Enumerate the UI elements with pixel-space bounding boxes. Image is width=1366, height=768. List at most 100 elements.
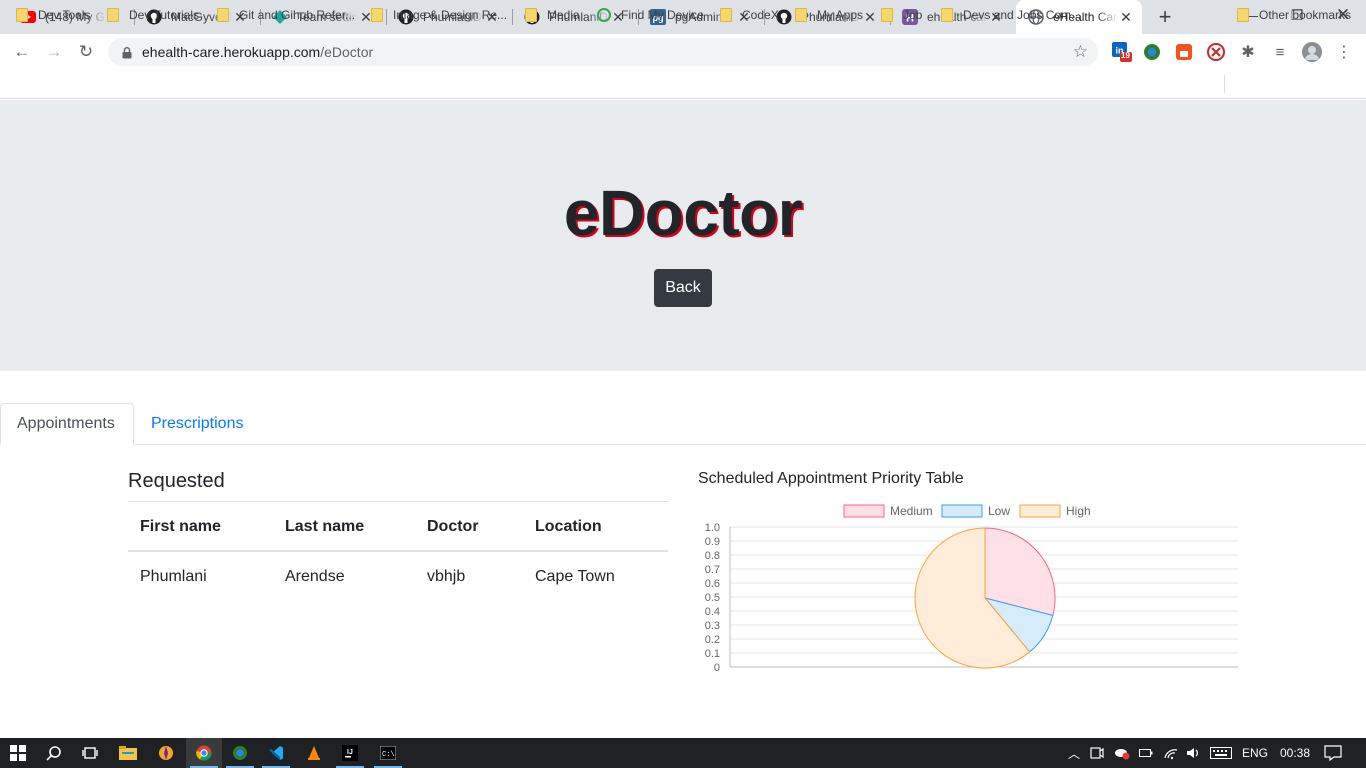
y-tick-label: 0.1 xyxy=(705,648,720,660)
page-tabs: Appointments Prescriptions xyxy=(0,403,1366,445)
tab-prescriptions[interactable]: Prescriptions xyxy=(135,403,259,445)
windows-start-icon[interactable] xyxy=(0,738,36,768)
address-bar[interactable]: ehealth-care.herokuapp.com/eDoctor ☆ xyxy=(108,38,1098,66)
folder-icon xyxy=(371,8,383,22)
meet-now-icon[interactable] xyxy=(1090,738,1104,768)
notifications-icon[interactable] xyxy=(1324,738,1342,768)
intellij-icon[interactable]: IJ xyxy=(332,738,368,768)
y-tick-label: 0.6 xyxy=(705,578,720,590)
app-globe-icon[interactable] xyxy=(222,738,258,768)
linkedin-extension-icon[interactable]: in 19 xyxy=(1112,42,1132,62)
new-tab-button[interactable]: + xyxy=(1152,4,1178,30)
url-path: /eDoctor xyxy=(320,44,374,60)
folder-icon xyxy=(1237,8,1249,22)
chart-title: Scheduled Appointment Priority Table xyxy=(698,470,964,487)
media-queue-icon[interactable]: ≡ xyxy=(1270,42,1290,62)
language-indicator[interactable]: ENG xyxy=(1242,738,1268,768)
close-icon[interactable]: ✕ xyxy=(1118,9,1134,26)
bookmark-label: Other bookmarks xyxy=(1259,8,1352,22)
bookmark-folder[interactable]: CodeX xyxy=(720,6,779,24)
column-header-first-name: First name xyxy=(140,518,221,535)
svg-text:IJ: IJ xyxy=(347,749,353,756)
url-text[interactable]: ehealth-care.herokuapp.com/eDoctor xyxy=(142,44,373,60)
bookmark-label: CodeX xyxy=(742,8,779,22)
close-icon[interactable]: ✕ xyxy=(862,9,878,26)
find-device-icon xyxy=(597,8,611,22)
priority-pie-chart: 1.0 0.9 0.8 0.7 0.6 0.5 0.4 0.3 0.2 0.1 0 Medium Low… xyxy=(705,504,1238,674)
bookmark-label: Find My Device xyxy=(621,8,704,22)
task-view-icon[interactable] xyxy=(72,738,108,768)
requested-heading: Requested xyxy=(128,470,225,492)
folder-icon xyxy=(941,8,953,22)
tab-appointments[interactable]: Appointments xyxy=(0,403,134,445)
search-icon[interactable] xyxy=(36,738,72,768)
bookmark-folder[interactable]: Image & Design Re... xyxy=(371,6,507,24)
bookmark-label: Media xyxy=(547,8,580,22)
folder-icon xyxy=(881,8,893,22)
onedrive-error-icon[interactable] xyxy=(1114,738,1130,768)
svg-text:C:\: C:\ xyxy=(382,751,395,759)
chrome-icon[interactable] xyxy=(186,738,222,768)
y-tick-label: 0.3 xyxy=(705,620,720,632)
folder-icon xyxy=(795,8,807,22)
table-cell: Phumlani xyxy=(140,568,207,585)
show-hidden-icons[interactable]: ︿ xyxy=(1068,738,1080,768)
y-tick-label: 1.0 xyxy=(705,522,720,534)
battery-icon[interactable] xyxy=(1139,738,1153,768)
y-tick-label: 0.5 xyxy=(705,592,720,604)
globe-extension-icon[interactable] xyxy=(1142,42,1162,62)
profile-avatar[interactable] xyxy=(1302,42,1322,62)
y-tick-label: 0.4 xyxy=(705,606,720,618)
terminal-icon[interactable]: C:\ xyxy=(370,738,406,768)
bookmark-folder[interactable]: My Apps xyxy=(795,6,863,24)
bookmark-folder[interactable]: Job xyxy=(881,6,922,24)
vscode-icon[interactable] xyxy=(258,738,294,768)
y-tick-label: 0.9 xyxy=(705,536,720,548)
divider xyxy=(128,501,668,502)
legend-swatch xyxy=(941,504,983,518)
bookmark-folder[interactable]: Dev Tools xyxy=(16,6,90,24)
keyboard-icon[interactable] xyxy=(1210,738,1232,768)
y-tick-label: 0.7 xyxy=(705,564,720,576)
bookmark-label: Git and Gihub Refer... xyxy=(239,8,356,22)
bookmark-folder[interactable]: Git and Gihub Refer... xyxy=(217,6,355,24)
other-bookmarks[interactable]: Other bookmarks xyxy=(1237,6,1351,24)
windows-taskbar: IJ C:\ ︿ ENG 00:38 xyxy=(0,738,1366,768)
reload-icon[interactable]: ↻ xyxy=(74,40,98,64)
y-tick-label: 0.2 xyxy=(705,634,720,646)
bookmark-label: Devs and Jobs Com... xyxy=(963,8,1082,22)
bookmark-link[interactable]: Find My Device xyxy=(597,6,704,24)
lock-icon[interactable] xyxy=(122,46,132,64)
clock[interactable]: 00:38 xyxy=(1280,738,1310,768)
folder-icon xyxy=(217,8,229,22)
back-button[interactable]: Back xyxy=(654,269,712,307)
folder-icon xyxy=(107,8,119,22)
app-icon[interactable] xyxy=(148,738,184,768)
forward-arrow-icon[interactable]: → xyxy=(42,40,66,64)
divider xyxy=(128,550,668,552)
bookmark-label: Dev Tutorials xyxy=(129,8,200,22)
menu-kebab-icon[interactable]: ⋮ xyxy=(1334,42,1354,62)
file-explorer-icon[interactable] xyxy=(110,738,146,768)
bookmarks-bar xyxy=(0,70,1366,99)
legend-label: Low xyxy=(988,504,1010,518)
vlc-icon[interactable] xyxy=(296,738,332,768)
bookmark-folder[interactable]: Devs and Jobs Com... xyxy=(941,6,1081,24)
bookmark-folder[interactable]: Media xyxy=(525,6,580,24)
back-arrow-icon[interactable]: ← xyxy=(10,40,34,64)
extension-badge: 19 xyxy=(1121,51,1130,60)
table-cell: vbhjb xyxy=(427,568,466,585)
wifi-icon[interactable] xyxy=(1163,738,1179,768)
lock-extension-icon[interactable] xyxy=(1174,42,1194,62)
legend-swatch xyxy=(1019,504,1061,518)
volume-icon[interactable] xyxy=(1186,738,1202,768)
column-header-location: Location xyxy=(535,518,602,535)
bookmark-folder[interactable]: Dev Tutorials xyxy=(107,6,199,24)
puzzle-extensions-icon[interactable]: ✱ xyxy=(1238,42,1258,62)
table-cell: Cape Town xyxy=(535,568,615,585)
bookmark-label: Image & Design Re... xyxy=(393,8,508,22)
legend-swatch xyxy=(843,504,885,518)
page-title: eDoctor xyxy=(563,177,803,249)
bookmark-star-icon[interactable]: ☆ xyxy=(1073,42,1088,62)
block-extension-icon[interactable] xyxy=(1206,42,1226,62)
